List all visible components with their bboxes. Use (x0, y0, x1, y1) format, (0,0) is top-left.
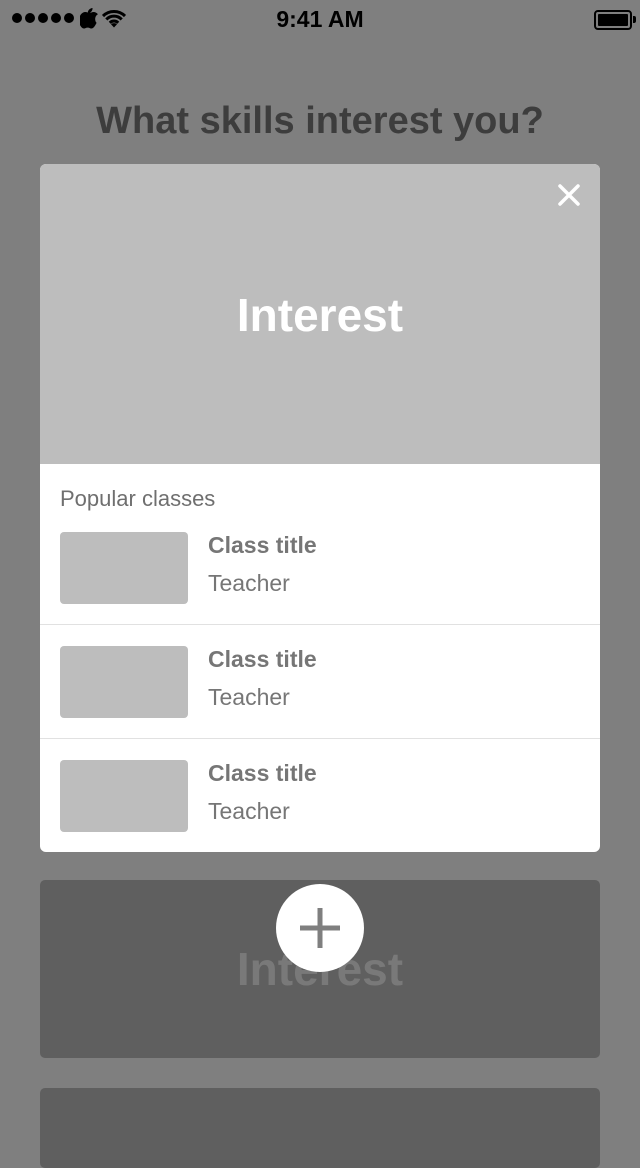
class-list-item[interactable]: Class title Teacher (40, 624, 600, 739)
modal-hero: Interest (40, 164, 600, 464)
modal-title: Interest (236, 289, 404, 341)
plus-icon (300, 908, 340, 948)
add-interest-button[interactable] (276, 884, 364, 972)
interest-card[interactable] (40, 1088, 600, 1168)
class-teacher: Teacher (208, 684, 290, 710)
page-title: What skills interest you? (96, 100, 544, 142)
class-list-item[interactable]: Class title Teacher (40, 510, 600, 624)
class-title: Class title (208, 760, 317, 786)
class-title: Class title (208, 532, 317, 558)
class-teacher: Teacher (208, 570, 290, 596)
close-icon (558, 184, 580, 206)
class-teacher: Teacher (208, 798, 290, 824)
class-thumbnail (60, 760, 188, 832)
section-title: Popular classes (60, 486, 216, 511)
class-thumbnail (60, 646, 188, 718)
battery-icon (594, 10, 636, 30)
close-button[interactable] (554, 180, 584, 210)
interest-detail-modal: Interest Popular classes Class title Tea… (40, 164, 600, 852)
status-bar: 9:41 AM (0, 0, 640, 40)
class-title: Class title (208, 646, 317, 672)
class-thumbnail (60, 532, 188, 604)
class-list-item[interactable]: Class title Teacher (40, 738, 600, 852)
status-time: 9:41 AM (276, 6, 364, 32)
